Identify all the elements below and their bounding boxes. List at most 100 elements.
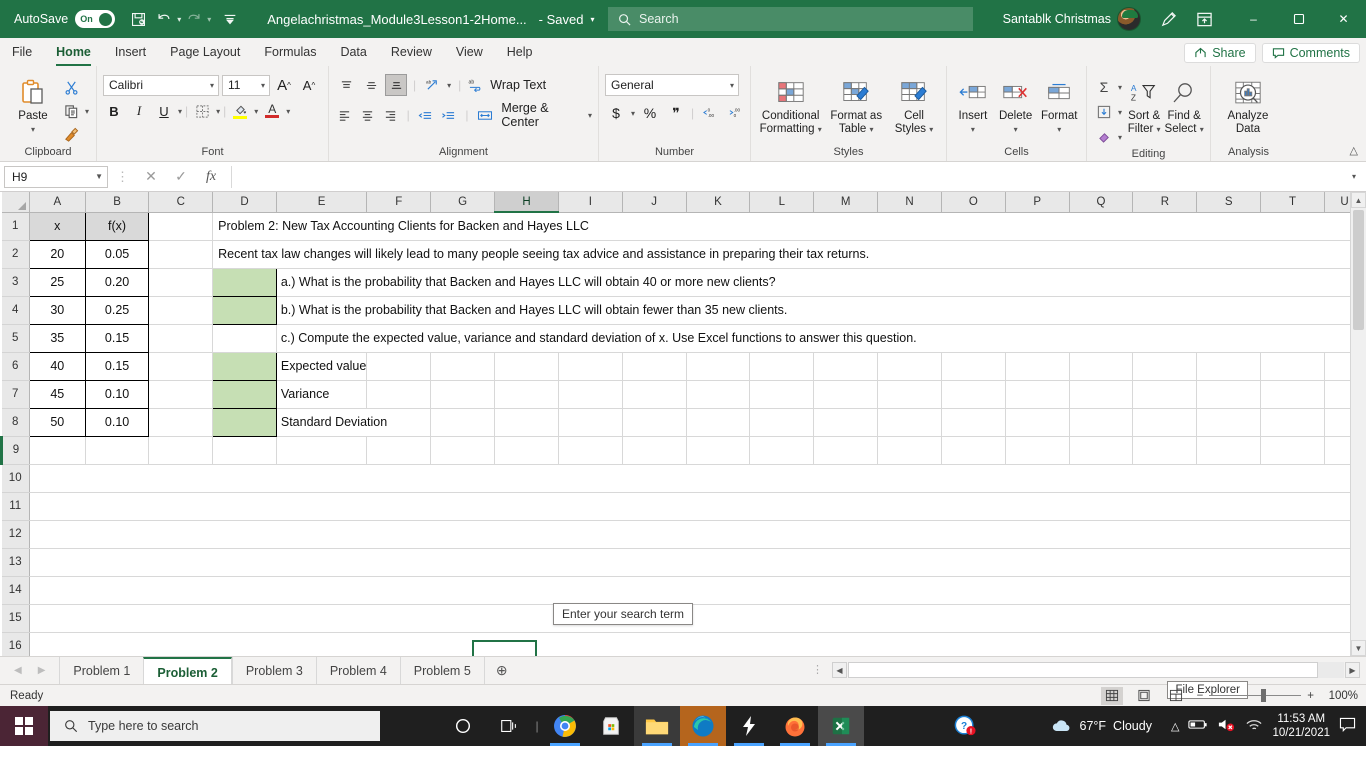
cell-l6[interactable] [749, 352, 815, 381]
cell-c2[interactable] [148, 240, 214, 269]
row-header-14[interactable]: 14 [1, 576, 30, 605]
sort-filter-button[interactable]: A Z Sort & Filter ▾ [1125, 72, 1163, 136]
notification-icon[interactable] [1339, 717, 1356, 735]
font-size-input[interactable]: 11 ▾ [222, 74, 270, 96]
tab-insert[interactable]: Insert [103, 41, 158, 66]
cell-p9[interactable] [1005, 436, 1070, 465]
cell-t8[interactable] [1260, 408, 1325, 437]
cell-e6[interactable]: Expected value [276, 352, 368, 381]
cell-d5[interactable] [212, 324, 277, 353]
cell-n8[interactable] [877, 408, 942, 437]
cell-b4[interactable]: 0.25 [84, 295, 150, 325]
row-header-1[interactable]: 1 [1, 212, 30, 241]
cell-e4[interactable]: b.) What is the probability that Backen … [276, 296, 1366, 325]
cell-c6[interactable] [148, 352, 214, 381]
insert-function-icon[interactable]: fx [197, 166, 225, 188]
row-header-9[interactable]: 9 [0, 436, 30, 465]
cell-p7[interactable] [1005, 380, 1070, 409]
column-header-t[interactable]: T [1260, 192, 1325, 213]
tab-home[interactable]: Home [44, 41, 103, 66]
cell-r6[interactable] [1132, 352, 1198, 381]
cell-c9[interactable] [148, 436, 214, 465]
format-cells-button[interactable]: Format ▾ [1038, 72, 1080, 136]
align-right-icon[interactable] [381, 104, 401, 126]
cell-a1[interactable]: x [28, 211, 86, 241]
align-top-icon[interactable] [335, 74, 357, 96]
cell-s8[interactable] [1196, 408, 1262, 437]
currency-format-icon[interactable]: $ [605, 102, 627, 124]
underline-button[interactable]: U [153, 100, 175, 122]
cell-g9[interactable] [430, 436, 496, 465]
sheet-tab-problem-3[interactable]: Problem 3 [231, 656, 316, 685]
cell-d9[interactable] [212, 436, 277, 465]
cell-a2[interactable]: 20 [28, 239, 86, 269]
cell-b1[interactable]: f(x) [84, 211, 150, 241]
number-format-select[interactable]: General ▾ [605, 74, 739, 96]
cell-b7[interactable]: 0.10 [84, 379, 150, 409]
battery-icon[interactable] [1188, 718, 1208, 734]
speaker-muted-icon[interactable] [1217, 717, 1236, 735]
formula-input[interactable] [231, 165, 1352, 188]
row-14-cells[interactable] [29, 576, 1366, 605]
zoom-out-button[interactable]: − [1197, 690, 1204, 702]
number-format-dropdown-icon[interactable]: ▾ [730, 81, 734, 90]
align-left-icon[interactable] [335, 104, 355, 126]
cell-l7[interactable] [749, 380, 815, 409]
merge-center-icon[interactable] [476, 104, 496, 126]
column-header-d[interactable]: D [212, 192, 277, 213]
cell-e5[interactable]: c.) Compute the expected value, variance… [276, 324, 1366, 353]
page-break-preview-icon[interactable] [1165, 687, 1187, 705]
cell-g6[interactable] [430, 352, 496, 381]
borders-icon[interactable] [191, 100, 213, 122]
cell-b3[interactable]: 0.20 [84, 267, 150, 297]
vertical-scroll-thumb[interactable] [1353, 210, 1364, 330]
cell-n6[interactable] [877, 352, 942, 381]
cell-a3[interactable]: 25 [28, 267, 86, 297]
font-size-dropdown-icon[interactable]: ▾ [261, 81, 265, 90]
tab-view[interactable]: View [444, 41, 495, 66]
cell-j6[interactable] [622, 352, 687, 381]
add-sheet-icon[interactable]: ⊕ [485, 662, 519, 679]
row-10-cells[interactable] [29, 464, 1366, 493]
tab-review[interactable]: Review [379, 41, 444, 66]
taskbar-clock[interactable]: 11:53 AM 10/21/2021 [1272, 712, 1330, 740]
cell-q8[interactable] [1069, 408, 1134, 437]
row-header-12[interactable]: 12 [1, 520, 30, 549]
cell-e3[interactable]: a.) What is the probability that Backen … [276, 268, 1366, 297]
column-header-f[interactable]: F [366, 192, 432, 213]
column-header-q[interactable]: Q [1069, 192, 1134, 213]
column-header-k[interactable]: K [686, 192, 751, 213]
cell-k8[interactable] [686, 408, 751, 437]
wrap-text-label[interactable]: Wrap Text [490, 78, 546, 92]
row-header-4[interactable]: 4 [1, 296, 30, 325]
cell-o9[interactable] [941, 436, 1006, 465]
font-color-dropdown-icon[interactable]: ▾ [286, 107, 290, 116]
column-header-m[interactable]: M [813, 192, 879, 213]
search-bar[interactable]: Search [608, 7, 973, 31]
tab-formulas[interactable]: Formulas [252, 41, 328, 66]
cell-e9[interactable] [276, 436, 368, 465]
fill-icon[interactable] [1093, 101, 1115, 123]
row-header-5[interactable]: 5 [1, 324, 30, 353]
column-header-b[interactable]: B [85, 192, 150, 213]
decrease-font-size-icon[interactable]: A ^ [298, 74, 320, 96]
italic-button[interactable]: I [128, 100, 150, 122]
cell-j8[interactable] [622, 408, 687, 437]
cell-m8[interactable] [813, 408, 879, 437]
row-12-cells[interactable] [29, 520, 1366, 549]
cell-e7[interactable]: Variance [276, 380, 368, 409]
row-header-7[interactable]: 7 [1, 380, 30, 409]
cell-h6[interactable] [494, 352, 559, 381]
cell-i7[interactable] [558, 380, 623, 409]
autosave-switch[interactable]: On [75, 10, 116, 28]
excel-icon[interactable] [818, 706, 864, 746]
microsoft-store-icon[interactable] [588, 706, 634, 746]
cell-a6[interactable]: 40 [28, 351, 86, 381]
column-header-c[interactable]: C [148, 192, 214, 213]
row-header-6[interactable]: 6 [1, 352, 30, 381]
close-button[interactable]: ✕ [1321, 0, 1366, 38]
cell-o7[interactable] [941, 380, 1006, 409]
cell-a9[interactable] [29, 436, 86, 465]
paste-dropdown-icon[interactable]: ▾ [31, 123, 35, 136]
clear-dropdown-icon[interactable]: ▾ [1118, 133, 1122, 142]
